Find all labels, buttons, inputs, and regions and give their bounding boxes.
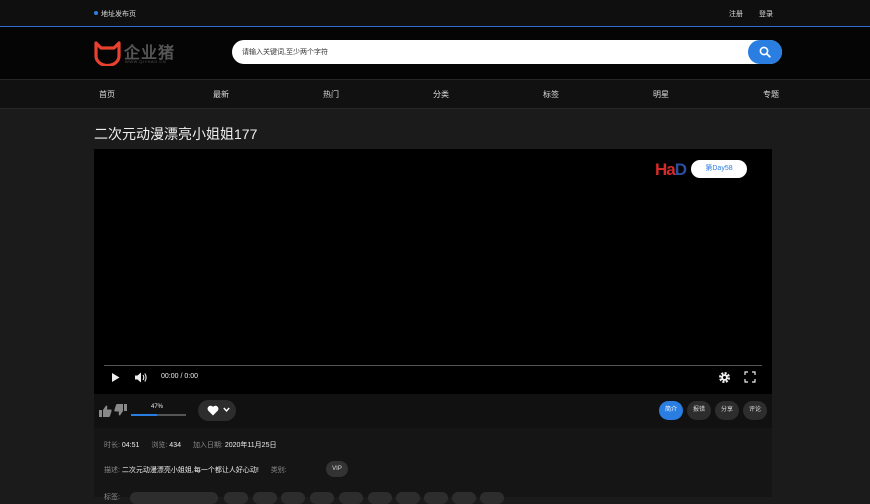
thumbs-down-icon[interactable] bbox=[114, 404, 127, 416]
nav-item-latest[interactable]: 最新 bbox=[213, 89, 229, 100]
rating-percent: 47% bbox=[151, 404, 164, 410]
tag-pill[interactable] bbox=[368, 492, 392, 504]
views-value: 434 bbox=[169, 442, 181, 449]
fullscreen-icon[interactable] bbox=[744, 371, 756, 383]
nav-item-category[interactable]: 分类 bbox=[433, 89, 449, 100]
tag-pill[interactable] bbox=[424, 492, 448, 504]
time-display: 00:00 / 0:00 bbox=[161, 373, 198, 380]
site-logo[interactable]: 企业猪 WWW.QIYHAO.CN bbox=[94, 39, 184, 69]
nav-item-hot[interactable]: 热门 bbox=[323, 89, 339, 100]
tab-intro[interactable]: 简介 bbox=[659, 401, 683, 420]
nav-item-topics[interactable]: 专题 bbox=[763, 89, 779, 100]
duration-label: 时长: bbox=[104, 442, 120, 449]
desc-text: 二次元动漫漂亮小姐姐,每一个都让人好心动! bbox=[121, 467, 259, 474]
logo-subtext: WWW.QIYHAO.CN bbox=[125, 59, 167, 64]
search-box bbox=[232, 40, 782, 64]
views-label: 浏览: bbox=[151, 442, 168, 449]
desc-label: 描述: bbox=[104, 467, 120, 474]
rating-bar-fill bbox=[131, 414, 157, 416]
tag-pill[interactable] bbox=[130, 492, 218, 504]
search-button[interactable] bbox=[748, 40, 782, 64]
chevron-down-icon bbox=[223, 407, 230, 413]
category-label: 类别: bbox=[270, 467, 287, 474]
search-input[interactable] bbox=[242, 45, 732, 59]
day-badge: 第Day58 bbox=[691, 160, 747, 178]
category-badge[interactable]: VIP bbox=[326, 461, 348, 477]
gear-icon[interactable] bbox=[718, 371, 731, 384]
tag-pill[interactable] bbox=[310, 492, 334, 504]
nav-item-stars[interactable]: 明星 bbox=[653, 89, 669, 100]
tags-label: 标签: bbox=[104, 494, 120, 501]
heart-icon bbox=[207, 405, 219, 416]
tag-pill[interactable] bbox=[253, 492, 277, 504]
bullet-dot-icon bbox=[94, 11, 98, 15]
play-icon[interactable] bbox=[111, 373, 120, 382]
video-info: 时长: 04:51 浏览: 434 加入日期: 2020年11月25日 描述: … bbox=[94, 428, 772, 504]
tag-pill[interactable] bbox=[224, 492, 248, 504]
register-link[interactable]: 注册 bbox=[729, 9, 743, 19]
video-meta: 时长: 04:51 浏览: 434 加入日期: 2020年11月25日 bbox=[104, 440, 286, 450]
nav-item-home[interactable]: 首页 bbox=[99, 89, 115, 100]
tag-pill[interactable] bbox=[339, 492, 363, 504]
date-label: 加入日期: bbox=[192, 442, 223, 449]
thumbs-up-icon[interactable] bbox=[99, 405, 112, 417]
page-title: 二次元动漫漂亮小姐姐177 bbox=[94, 126, 258, 142]
tab-share[interactable]: 分享 bbox=[715, 401, 739, 420]
volume-icon[interactable] bbox=[135, 372, 148, 383]
tag-pill[interactable] bbox=[281, 492, 305, 504]
tags-row: 标签: bbox=[104, 491, 764, 504]
nav-item-tags[interactable]: 标签 bbox=[543, 89, 559, 100]
progress-bar[interactable] bbox=[104, 365, 762, 366]
cat-logo-icon bbox=[94, 41, 121, 66]
tag-pill[interactable] bbox=[396, 492, 420, 504]
player-controls: 00:00 / 0:00 bbox=[94, 368, 772, 388]
site-header: 企业猪 WWW.QIYHAO.CN bbox=[0, 27, 870, 79]
video-player[interactable]: HaD 第Day58 00:00 / 0:00 bbox=[94, 149, 772, 394]
rating-bar bbox=[131, 414, 186, 416]
tag-pill[interactable] bbox=[480, 492, 504, 504]
date-value: 2020年11月25日 bbox=[224, 442, 277, 449]
video-description: 描述: 二次元动漫漂亮小姐姐,每一个都让人好心动! 类别: bbox=[104, 465, 287, 475]
main-nav: 首页 最新 热门 分类 标签 明星 专题 bbox=[0, 79, 870, 109]
duration-value: 04:51 bbox=[121, 442, 140, 449]
tag-pill[interactable] bbox=[452, 492, 476, 504]
search-icon bbox=[759, 46, 771, 58]
top-bar: 地址发布页 注册 登录 bbox=[0, 0, 870, 27]
login-link[interactable]: 登录 bbox=[759, 9, 773, 19]
release-page-link[interactable]: 地址发布页 bbox=[101, 9, 136, 19]
favorite-button[interactable] bbox=[198, 400, 236, 421]
tab-report[interactable]: 报错 bbox=[687, 401, 711, 420]
tab-comments[interactable]: 评论 bbox=[743, 401, 767, 420]
video-actions-bar: 47% 简介 报错 分享 评论 bbox=[94, 394, 772, 428]
watermark-logo: HaD bbox=[655, 160, 687, 179]
